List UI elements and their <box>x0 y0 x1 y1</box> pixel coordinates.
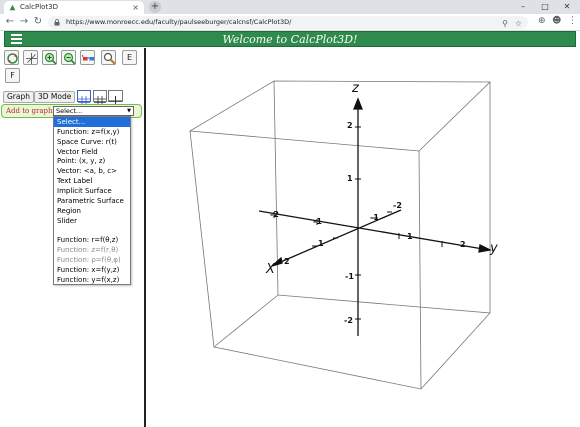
x-tick-label: 1 <box>318 239 324 248</box>
dropdown-option[interactable]: Function: z=f(x,y) <box>54 127 130 137</box>
z-tick-label: -2 <box>344 316 353 325</box>
reset-view-button[interactable] <box>4 50 19 65</box>
maximize-button[interactable]: □ <box>534 0 556 14</box>
url-bar[interactable]: https://www.monroecc.edu/faculty/paulsee… <box>48 16 528 29</box>
new-tab-button[interactable]: + <box>149 1 161 13</box>
dropdown-option[interactable]: Text Label <box>54 176 130 186</box>
zoom-icon[interactable]: ⚲ <box>502 17 508 30</box>
bookmark-star-icon[interactable]: ☆ <box>515 17 522 30</box>
dropdown-option: Function: ρ=f(θ,φ) <box>57 255 121 264</box>
y-tick-label: -2 <box>270 210 279 219</box>
zoom-out-icon <box>63 52 76 65</box>
dropdown-option[interactable]: Implicit Surface <box>54 186 130 196</box>
browser-tab-strip: CalcPlot3D × + – □ ✕ <box>0 0 580 14</box>
dropdown-option[interactable]: Region <box>54 206 130 216</box>
explore-magnifier-button[interactable] <box>101 50 116 65</box>
dropdown-option[interactable]: Function: r=f(θ,z) <box>54 235 130 245</box>
dropdown-option[interactable]: Slider <box>54 216 130 226</box>
app-title: Welcome to CalcPlot3D! <box>222 33 358 46</box>
magnifier-icon <box>103 52 116 65</box>
plot-canvas[interactable]: -2 -1 1 2 -2 -1 1 2 2 1 -1 -2 X y z <box>146 48 580 427</box>
zoom-in-button[interactable] <box>42 50 57 65</box>
y-axis-arrow-icon <box>478 244 493 253</box>
dropdown-option[interactable]: Function: x=f(y,z) <box>54 265 130 275</box>
axes-icon <box>26 53 37 64</box>
address-bar-row: ← → ↻ https://www.monroecc.edu/faculty/p… <box>0 14 580 31</box>
back-button[interactable]: ← <box>4 16 16 28</box>
x-axis-line <box>275 209 402 265</box>
f-button[interactable]: F <box>5 68 20 83</box>
add-to-graph-dropdown[interactable]: Select... Function: z=f(x,y) Space Curve: … <box>53 116 131 285</box>
x-tick-label: 2 <box>284 257 290 266</box>
z-axis-label: z <box>351 81 360 96</box>
dropdown-option[interactable]: Select... <box>54 117 130 127</box>
tab-title: CalcPlot3D <box>20 3 59 11</box>
lock-icon <box>54 19 60 26</box>
select-value: Select... <box>56 107 83 115</box>
add-to-graph-label: Add to graph: <box>6 107 55 115</box>
dropdown-option[interactable]: Parametric Surface <box>54 196 130 206</box>
z-tick-label: 1 <box>347 174 353 183</box>
z-axis-arrow-icon <box>353 97 363 110</box>
browser-menu-icon[interactable]: ⋮ <box>568 16 577 26</box>
add-to-graph-select[interactable]: Select... ▼ <box>53 106 134 116</box>
graph-button[interactable]: Graph <box>3 91 35 103</box>
grid-view-button[interactable] <box>77 90 91 106</box>
y-tick-label: -1 <box>313 217 322 226</box>
y-axis-label: y <box>489 241 498 256</box>
e-button[interactable]: E <box>122 50 137 65</box>
url-text: https://www.monroecc.edu/faculty/paulsee… <box>66 18 292 26</box>
3d-glasses-icon <box>82 54 94 61</box>
minimize-button[interactable]: – <box>512 0 534 14</box>
dropdown-option[interactable]: Space Curve: r(t) <box>54 137 130 147</box>
y-tick-label: 2 <box>460 240 466 249</box>
select-arrow-icon: ▼ <box>127 108 131 114</box>
zoom-in-icon <box>44 52 57 65</box>
dropdown-option[interactable]: Vector Field <box>54 147 130 157</box>
dropdown-option[interactable]: Vector: <a, b, c> <box>54 166 130 176</box>
bounding-box <box>188 80 491 390</box>
y-tick-label: 1 <box>407 232 413 241</box>
x-tick-label: -2 <box>393 201 402 210</box>
calcplot-favicon-icon <box>9 4 16 11</box>
browser-tab[interactable]: CalcPlot3D × <box>4 1 144 14</box>
reload-button[interactable]: ↻ <box>32 16 44 28</box>
z-tick-label: -1 <box>345 272 354 281</box>
profile-avatar-icon[interactable]: ☻ <box>552 16 561 26</box>
forward-button[interactable]: → <box>18 16 30 28</box>
zoom-out-button[interactable] <box>61 50 76 65</box>
reset-arrows-icon <box>7 53 18 64</box>
close-window-button[interactable]: ✕ <box>556 0 578 14</box>
dropdown-option[interactable]: Point: (x, y, z) <box>54 156 130 166</box>
3d-mode-button[interactable]: 3D Mode <box>34 91 76 103</box>
dropdown-option[interactable]: Function: y=f(x,z) <box>54 275 130 285</box>
extension-icon[interactable]: ⊕ <box>538 16 546 26</box>
box-view-button[interactable] <box>93 90 107 106</box>
x-tick-label: -1 <box>370 213 379 222</box>
glasses-3d-button[interactable] <box>80 50 95 65</box>
x-axis-label: X <box>265 262 276 277</box>
dropdown-option: Function: z=f(r,θ) <box>57 246 119 255</box>
dropdown-separator <box>54 225 130 235</box>
layout-view-button[interactable] <box>108 90 123 106</box>
z-tick-label: 2 <box>347 121 353 130</box>
rotate-axes-button[interactable] <box>23 50 38 65</box>
tab-close-icon[interactable]: × <box>132 1 139 14</box>
app-header: Welcome to CalcPlot3D! <box>4 31 576 47</box>
